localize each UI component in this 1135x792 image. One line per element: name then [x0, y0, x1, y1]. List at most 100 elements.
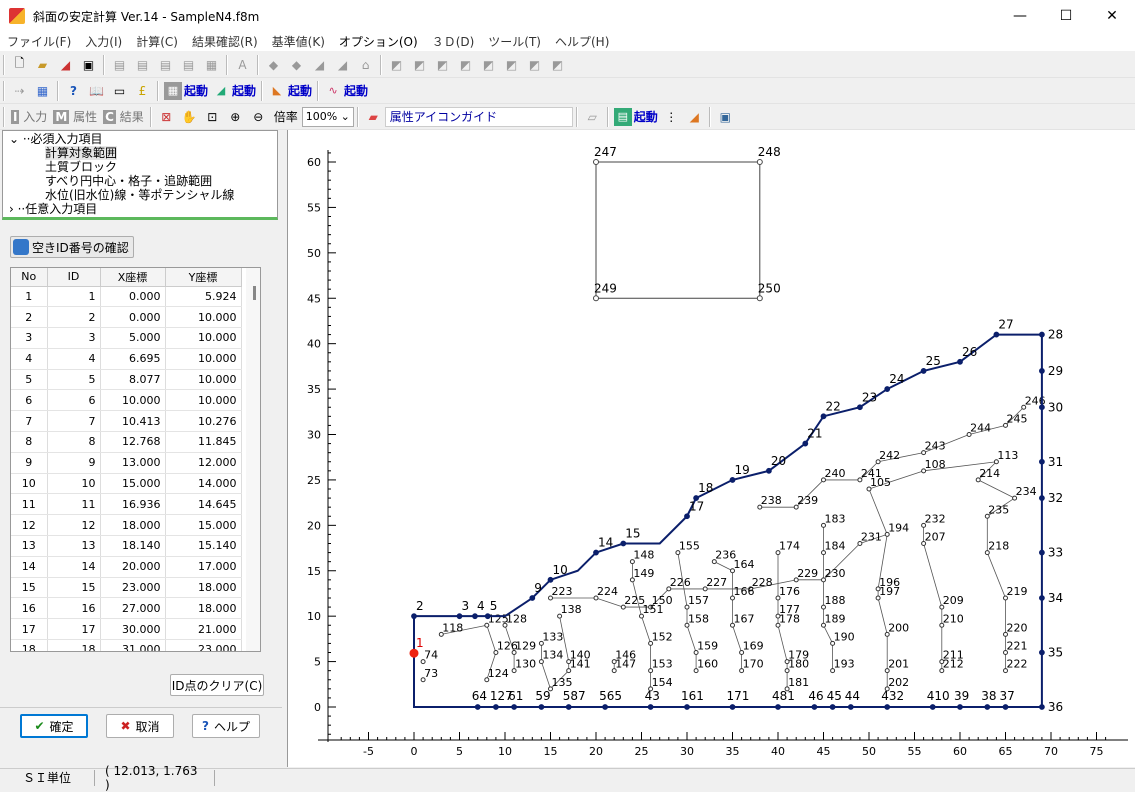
- cell-no[interactable]: 16: [11, 597, 48, 620]
- tree-required[interactable]: ⌄ ··必須入力項目: [9, 132, 103, 146]
- menu-calc[interactable]: 計算(C): [129, 33, 185, 50]
- cell-x[interactable]: 15.000: [100, 473, 166, 495]
- font-icon[interactable]: A: [232, 54, 253, 75]
- help-button[interactable]: ? ヘルプ: [192, 714, 260, 738]
- cell-x[interactable]: 5.000: [100, 327, 166, 349]
- drawing-canvas[interactable]: -5 0 5 10 15 20 25 30 35 40 45 50 55 60 65 70 75 0 5 10 15 20…: [287, 130, 1135, 767]
- user-icon[interactable]: £: [132, 80, 153, 101]
- menu-tools[interactable]: ツール(T): [481, 33, 548, 50]
- cell-no[interactable]: 10: [11, 473, 48, 495]
- attr-mode-button[interactable]: M 属性: [53, 108, 97, 125]
- tree-item-slip-circle[interactable]: すべり円中心・格子・追跡範囲: [45, 174, 212, 188]
- table-row[interactable]: 13 13 18.140 15.140: [11, 535, 242, 557]
- cell-x[interactable]: 18.140: [100, 535, 166, 557]
- table-row[interactable]: 15 15 23.000 18.000: [11, 577, 242, 599]
- menu-3d[interactable]: ３Ｄ(D): [425, 33, 482, 50]
- cell-y[interactable]: 10.000: [165, 327, 242, 349]
- menu-help[interactable]: ヘルプ(H): [548, 33, 616, 50]
- cell-id[interactable]: 10: [47, 473, 101, 495]
- cell-y[interactable]: 18.000: [165, 577, 242, 599]
- select-nodes-icon[interactable]: ⊠: [156, 106, 177, 127]
- launch-app-5[interactable]: ▤ 起動: [613, 106, 658, 128]
- cell-id[interactable]: 18: [47, 639, 101, 651]
- cell-no[interactable]: 17: [11, 618, 48, 641]
- menu-standards[interactable]: 基準値(K): [265, 33, 332, 50]
- cell-no[interactable]: 18: [11, 639, 48, 651]
- cell-no[interactable]: 3: [11, 327, 48, 349]
- preview-icon[interactable]: ▤: [109, 54, 130, 75]
- cell-id[interactable]: 2: [47, 306, 101, 329]
- cell-no[interactable]: 5: [11, 369, 48, 391]
- menu-options[interactable]: オプション(O): [332, 33, 425, 50]
- save-icon[interactable]: ▣: [78, 54, 99, 75]
- launch-app-2[interactable]: ◢ 起動: [212, 80, 256, 102]
- launch-app-3[interactable]: ◣ 起動: [268, 80, 312, 102]
- table-scrollbar[interactable]: [246, 268, 260, 651]
- cell-y[interactable]: 10.000: [165, 369, 242, 391]
- cell-no[interactable]: 13: [11, 535, 48, 557]
- cell-y[interactable]: 18.000: [165, 597, 242, 620]
- close-button[interactable]: ✕: [1089, 0, 1135, 32]
- cell-id[interactable]: 6: [47, 389, 101, 412]
- slope-view-4-icon[interactable]: ◩: [455, 54, 476, 75]
- tree-optional[interactable]: › ··任意入力項目: [9, 202, 97, 216]
- help-icon[interactable]: ?: [63, 80, 84, 101]
- layer-icon[interactable]: ▱: [582, 106, 603, 127]
- slope-view-5-icon[interactable]: ◩: [478, 54, 499, 75]
- table-row[interactable]: 8 8 12.768 11.845: [11, 431, 242, 453]
- cell-no[interactable]: 2: [11, 306, 48, 329]
- launch-app-4[interactable]: ∿ 起動: [324, 80, 368, 102]
- cell-id[interactable]: 1: [47, 286, 101, 308]
- check-free-id-button[interactable]: 空きID番号の確認: [10, 236, 134, 258]
- slope-view-7-icon[interactable]: ◩: [524, 54, 545, 75]
- print-icon[interactable]: ▤: [132, 54, 153, 75]
- cell-id[interactable]: 15: [47, 577, 101, 599]
- cell-no[interactable]: 11: [11, 493, 48, 516]
- cell-id[interactable]: 16: [47, 597, 101, 620]
- cell-y[interactable]: 21.000: [165, 618, 242, 641]
- export-icon[interactable]: ▤: [178, 54, 199, 75]
- cell-no[interactable]: 12: [11, 514, 48, 537]
- cell-y[interactable]: 12.000: [165, 452, 242, 474]
- tree-item-range[interactable]: 計算対象範囲: [45, 146, 118, 160]
- cell-x[interactable]: 10.000: [100, 389, 166, 412]
- cell-x[interactable]: 27.000: [100, 597, 166, 620]
- cell-y[interactable]: 17.000: [165, 556, 242, 578]
- cell-y[interactable]: 10.000: [165, 348, 242, 370]
- cell-no[interactable]: 9: [11, 452, 48, 474]
- menu-file[interactable]: ファイル(F): [0, 33, 78, 50]
- slope-view-3-icon[interactable]: ◩: [432, 54, 453, 75]
- cell-x[interactable]: 8.077: [100, 369, 166, 391]
- cell-id[interactable]: 5: [47, 369, 101, 391]
- cell-id[interactable]: 8: [47, 431, 101, 453]
- tool-d-icon[interactable]: ◢: [332, 54, 353, 75]
- tool-e-icon[interactable]: ⌂: [355, 54, 376, 75]
- cell-id[interactable]: 7: [47, 410, 101, 433]
- slope-view-1-icon[interactable]: ◩: [386, 54, 407, 75]
- cell-x[interactable]: 23.000: [100, 577, 166, 599]
- cell-id[interactable]: 12: [47, 514, 101, 537]
- clear-id-points-button[interactable]: ID点のクリア(C): [170, 674, 264, 696]
- cell-x[interactable]: 13.000: [100, 452, 166, 474]
- cell-x[interactable]: 6.695: [100, 348, 166, 370]
- maximize-button[interactable]: ☐: [1043, 0, 1089, 32]
- cell-no[interactable]: 8: [11, 431, 48, 453]
- cell-x[interactable]: 16.936: [100, 493, 166, 516]
- cell-id[interactable]: 4: [47, 348, 101, 370]
- tree-item-water-level[interactable]: 水位(旧水位)線・等ポテンシャル線: [45, 188, 234, 202]
- menu-input[interactable]: 入力(I): [78, 33, 129, 50]
- launch-app-1[interactable]: ▦ 起動: [164, 80, 208, 102]
- book-icon[interactable]: 📖: [86, 80, 107, 101]
- cell-x[interactable]: 0.000: [100, 306, 166, 329]
- cell-id[interactable]: 17: [47, 618, 101, 641]
- route-icon[interactable]: ⇢: [9, 80, 30, 101]
- table-row[interactable]: 14 14 20.000 17.000: [11, 556, 242, 578]
- coordinate-table[interactable]: No ID X座標 Y座標 1 1 0.000 5.924 2 2 0.000 10.000 3…: [10, 267, 261, 652]
- zoom-in-icon[interactable]: ⊕: [225, 106, 246, 127]
- tree-item-soil-block[interactable]: 土質ブロック: [45, 160, 117, 174]
- slope-diagram[interactable]: -5 0 5 10 15 20 25 30 35 40 45 50 55 60 65 70 7505101520…: [288, 130, 1135, 767]
- table-row[interactable]: 2 2 0.000 10.000: [11, 306, 242, 329]
- report-icon[interactable]: ▤: [155, 54, 176, 75]
- table-row[interactable]: 9 9 13.000 12.000: [11, 452, 242, 474]
- cell-x[interactable]: 0.000: [100, 286, 166, 308]
